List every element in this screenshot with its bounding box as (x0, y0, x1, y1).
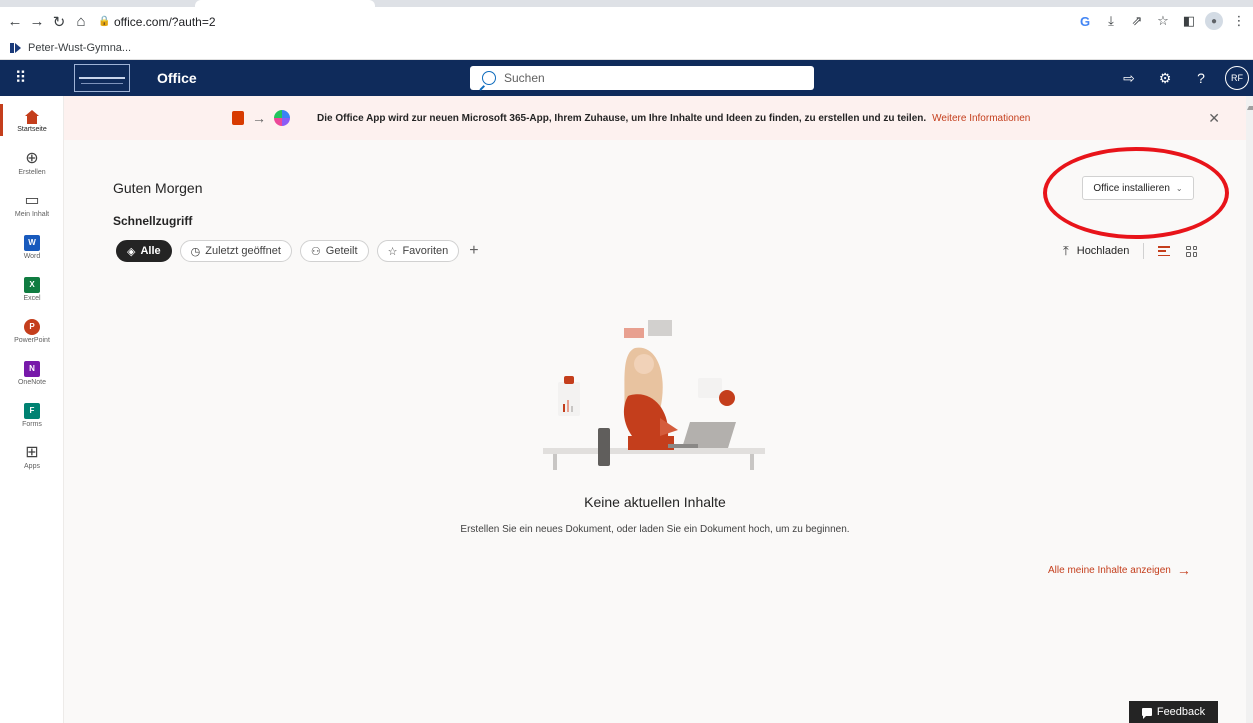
search-icon (482, 71, 496, 85)
cube-icon: ◈ (127, 245, 136, 258)
see-all-label: Alle meine Inhalte anzeigen (1048, 564, 1171, 576)
bookmark-item[interactable]: Peter-Wust-Gymna... (28, 42, 131, 54)
rail-item-onenote[interactable]: N OneNote (0, 352, 64, 394)
browser-active-tab[interactable] (195, 0, 375, 7)
clock-icon: ◷ (190, 245, 201, 258)
rail-label: PowerPoint (14, 336, 50, 344)
powerpoint-icon: P (24, 318, 40, 335)
rail-item-forms[interactable]: F Forms (0, 394, 64, 436)
avatar[interactable]: RF (1225, 66, 1249, 90)
microsoft-365-logo-icon (274, 110, 290, 126)
search-placeholder: Suchen (504, 71, 545, 85)
filter-label: Alle (140, 245, 161, 257)
google-icon[interactable]: G (1075, 10, 1095, 32)
organization-logo[interactable] (74, 64, 130, 92)
reload-icon[interactable]: ↻ (48, 11, 70, 33)
url-text: office.com/?auth=2 (114, 14, 216, 29)
app-name[interactable]: Office (157, 70, 197, 86)
grid-view-icon[interactable] (1186, 245, 1198, 257)
browser-address-bar: ← → ↻ ⌂ 🔒 office.com/?auth=2 G ⤓ ⇗ ☆ ◧ ●… (0, 7, 1253, 36)
m365-announcement-banner: → Die Office App wird zur neuen Microsof… (64, 96, 1246, 140)
star-icon: ☆ (387, 245, 398, 258)
page-scrollbar[interactable] (1246, 96, 1253, 723)
home-icon (25, 109, 39, 124)
filter-label: Zuletzt geöffnet (205, 245, 281, 257)
arrow-right-icon: → (252, 110, 266, 126)
forward-icon[interactable]: → (26, 11, 48, 33)
my-day-icon[interactable]: ⇨ (1113, 60, 1145, 96)
browser-profile-icon[interactable]: ● (1205, 12, 1223, 30)
office-header: ⠿ Office Suchen ⇨ ⚙ ? RF (0, 60, 1253, 96)
settings-gear-icon[interactable]: ⚙ (1149, 60, 1181, 96)
toolbar-upload-view: ⤒ Hochladen (1063, 243, 1198, 259)
banner-learn-more-link[interactable]: Weitere Informationen (932, 113, 1030, 124)
side-panel-icon[interactable]: ◧ (1179, 10, 1199, 32)
filter-shared[interactable]: ⚇ Geteilt (299, 240, 369, 262)
word-icon: W (24, 234, 40, 251)
forms-icon: F (24, 402, 40, 419)
rail-label: Erstellen (18, 168, 46, 176)
onenote-icon: N (24, 360, 40, 377)
rail-item-my-content[interactable]: ▭ Mein Inhalt (0, 184, 64, 226)
rail-item-create[interactable]: ⊕ Erstellen (0, 142, 64, 184)
add-filter-icon[interactable]: + (469, 242, 478, 260)
page-title: Guten Morgen (113, 180, 203, 196)
upload-icon[interactable]: ⤒ (1063, 243, 1069, 259)
feedback-button[interactable]: Feedback (1129, 701, 1218, 723)
list-view-icon[interactable] (1158, 246, 1171, 256)
rail-label: Apps (24, 462, 40, 470)
empty-state-illustration (543, 320, 765, 470)
url-field[interactable]: 🔒 office.com/?auth=2 (98, 11, 216, 33)
rail-item-excel[interactable]: X Excel (0, 268, 64, 310)
filter-label: Favoriten (402, 245, 449, 257)
bookmark-star-icon[interactable]: ☆ (1153, 10, 1173, 32)
toolbar-divider (1143, 243, 1145, 259)
apps-icon: ⊞ (25, 443, 39, 461)
people-icon: ⚇ (310, 245, 321, 258)
upload-button[interactable]: Hochladen (1077, 245, 1130, 257)
rail-item-apps[interactable]: ⊞ Apps (0, 436, 64, 478)
red-annotation-circle (1043, 147, 1229, 239)
rail-label: Startseite (17, 125, 47, 133)
filter-all[interactable]: ◈ Alle (116, 240, 172, 262)
browser-tab-strip (0, 0, 1253, 7)
folder-icon: ▭ (24, 191, 40, 209)
left-app-rail: Startseite ⊕ Erstellen ▭ Mein Inhalt W W… (0, 96, 64, 723)
close-icon[interactable]: ✕ (1208, 110, 1220, 127)
lock-icon: 🔒 (98, 16, 111, 27)
filter-favorites[interactable]: ☆ Favoriten (376, 240, 460, 262)
rail-label: OneNote (17, 378, 47, 386)
rail-label: Mein Inhalt (14, 210, 50, 218)
empty-state-description: Erstellen Sie ein neues Dokument, oder l… (460, 524, 850, 535)
add-circle-icon: ⊕ (25, 149, 39, 167)
empty-state-title: Keine aktuellen Inhalte (584, 494, 726, 510)
filter-pills: ◈ Alle ◷ Zuletzt geöffnet ⚇ Geteilt ☆ Fa… (116, 240, 479, 262)
arrow-right-icon: → (1176, 562, 1191, 578)
app-launcher-icon[interactable]: ⠿ (0, 60, 40, 96)
bookmarks-bar: Peter-Wust-Gymna... (0, 36, 1253, 60)
rail-label: Word (23, 252, 41, 260)
rail-item-word[interactable]: W Word (0, 226, 64, 268)
filter-label: Geteilt (325, 245, 358, 257)
filter-recently-opened[interactable]: ◷ Zuletzt geöffnet (179, 240, 292, 262)
rail-label: Forms (22, 420, 42, 428)
excel-icon: X (24, 276, 40, 293)
office-logo-icon (232, 111, 244, 125)
help-icon[interactable]: ? (1185, 60, 1217, 96)
banner-message: Die Office App wird zur neuen Microsoft … (317, 112, 927, 124)
search-input[interactable]: Suchen (470, 66, 814, 90)
back-icon[interactable]: ← (4, 11, 26, 33)
install-app-icon[interactable]: ⤓ (1101, 10, 1121, 32)
feedback-label: Feedback (1156, 706, 1206, 718)
rail-item-home[interactable]: Startseite (0, 100, 64, 142)
browser-menu-icon[interactable]: ⋮ (1229, 10, 1249, 32)
school-favicon-icon (10, 42, 22, 53)
home-icon[interactable]: ⌂ (70, 11, 92, 33)
rail-label: Excel (23, 294, 41, 302)
feedback-icon (1141, 708, 1152, 719)
see-all-content-link[interactable]: Alle meine Inhalte anzeigen → (1048, 562, 1191, 578)
share-icon[interactable]: ⇗ (1127, 10, 1147, 32)
rail-item-powerpoint[interactable]: P PowerPoint (0, 310, 64, 352)
section-heading-quick-access: Schnellzugriff (113, 214, 193, 228)
